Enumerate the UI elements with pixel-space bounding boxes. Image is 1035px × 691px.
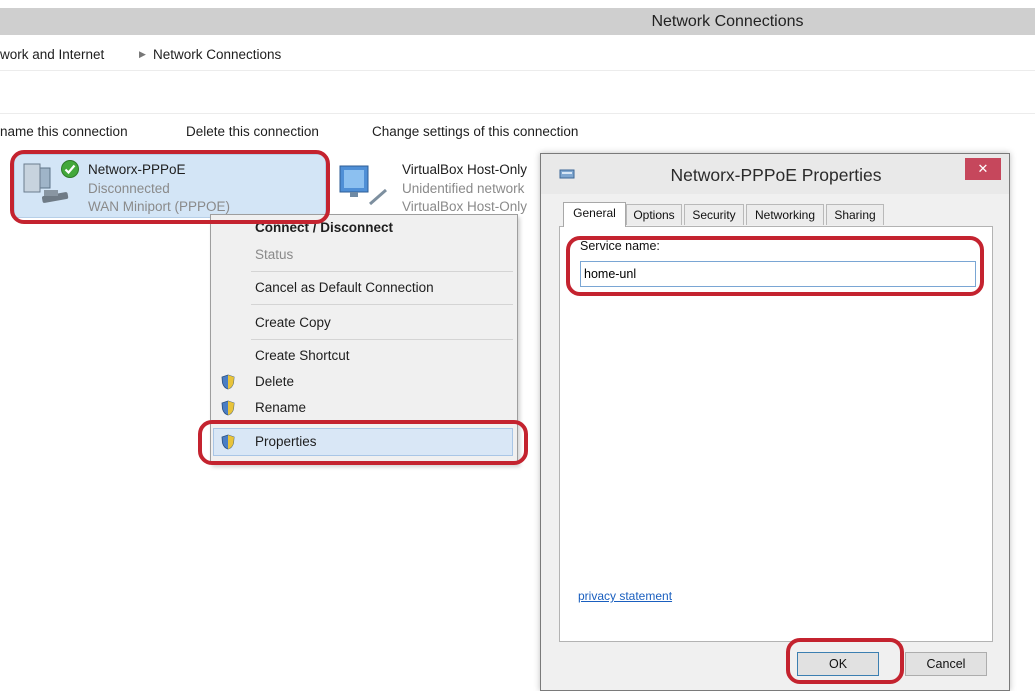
- menu-item-properties[interactable]: Properties: [255, 434, 317, 449]
- menu-item-connect-disconnect[interactable]: Connect / Disconnect: [255, 220, 393, 235]
- change-settings-command[interactable]: Change settings of this connection: [372, 124, 578, 139]
- menu-separator: [251, 339, 513, 340]
- connection-status: Unidentified network: [402, 181, 525, 196]
- close-icon[interactable]: ✕: [965, 158, 1001, 180]
- connection-name: Networx-PPPoE: [88, 162, 186, 177]
- privacy-statement-link[interactable]: privacy statement: [578, 589, 672, 603]
- connection-device: VirtualBox Host-Only: [402, 199, 528, 214]
- breadcrumb-separator-icon[interactable]: ▶: [139, 49, 146, 60]
- window-title-bar: Network Connections: [0, 8, 1035, 35]
- window-title: Network Connections: [651, 13, 804, 30]
- tab-general[interactable]: General: [563, 202, 626, 227]
- breadcrumb-network-connections[interactable]: Network Connections: [153, 47, 281, 62]
- tab-panel-general: Service name: privacy statement: [559, 226, 993, 642]
- service-name-label: Service name:: [580, 239, 660, 253]
- network-connection-icon: [559, 169, 575, 179]
- context-menu: Connect / Disconnect Status Cancel as De…: [210, 214, 518, 464]
- dialog-title-bar[interactable]: Networx-PPPoE Properties ✕: [541, 154, 1009, 194]
- ok-button[interactable]: OK: [797, 652, 879, 676]
- rename-connection-command[interactable]: name this connection: [0, 124, 128, 139]
- network-computer-icon: [339, 165, 387, 206]
- menu-item-create-shortcut[interactable]: Create Shortcut: [255, 348, 350, 363]
- menu-item-create-copy[interactable]: Create Copy: [255, 315, 331, 330]
- delete-connection-command[interactable]: Delete this connection: [186, 124, 319, 139]
- uac-shield-icon: [221, 400, 235, 416]
- connection-status: Disconnected: [88, 181, 170, 196]
- menu-item-status[interactable]: Status: [255, 247, 293, 262]
- menu-item-delete[interactable]: Delete: [255, 374, 294, 389]
- connection-item-virtualbox[interactable]: [334, 160, 394, 212]
- service-name-input[interactable]: [580, 261, 976, 287]
- cancel-button[interactable]: Cancel: [905, 652, 987, 676]
- address-bar[interactable]: work and Internet ▶ Network Connections: [0, 42, 1035, 71]
- uac-shield-icon: [221, 374, 235, 390]
- dialog-title: Networx-PPPoE Properties: [670, 165, 882, 185]
- tab-security[interactable]: Security: [684, 204, 744, 225]
- menu-separator: [251, 423, 513, 424]
- menu-item-cancel-default[interactable]: Cancel as Default Connection: [255, 280, 434, 295]
- breadcrumb-network-and-internet[interactable]: work and Internet: [0, 47, 104, 62]
- connection-name: VirtualBox Host-Only: [402, 162, 528, 177]
- menu-separator: [251, 304, 513, 305]
- tab-sharing[interactable]: Sharing: [826, 204, 884, 225]
- menu-item-rename[interactable]: Rename: [255, 400, 306, 415]
- tab-networking[interactable]: Networking: [746, 204, 824, 225]
- tab-options[interactable]: Options: [626, 204, 682, 225]
- uac-shield-icon: [221, 434, 235, 450]
- command-bar: name this connection Delete this connect…: [0, 113, 1035, 151]
- menu-separator: [251, 271, 513, 272]
- properties-dialog: Networx-PPPoE Properties ✕ General Optio…: [540, 153, 1010, 691]
- connection-device: WAN Miniport (PPPOE): [88, 199, 231, 214]
- connected-check-icon: [60, 159, 80, 179]
